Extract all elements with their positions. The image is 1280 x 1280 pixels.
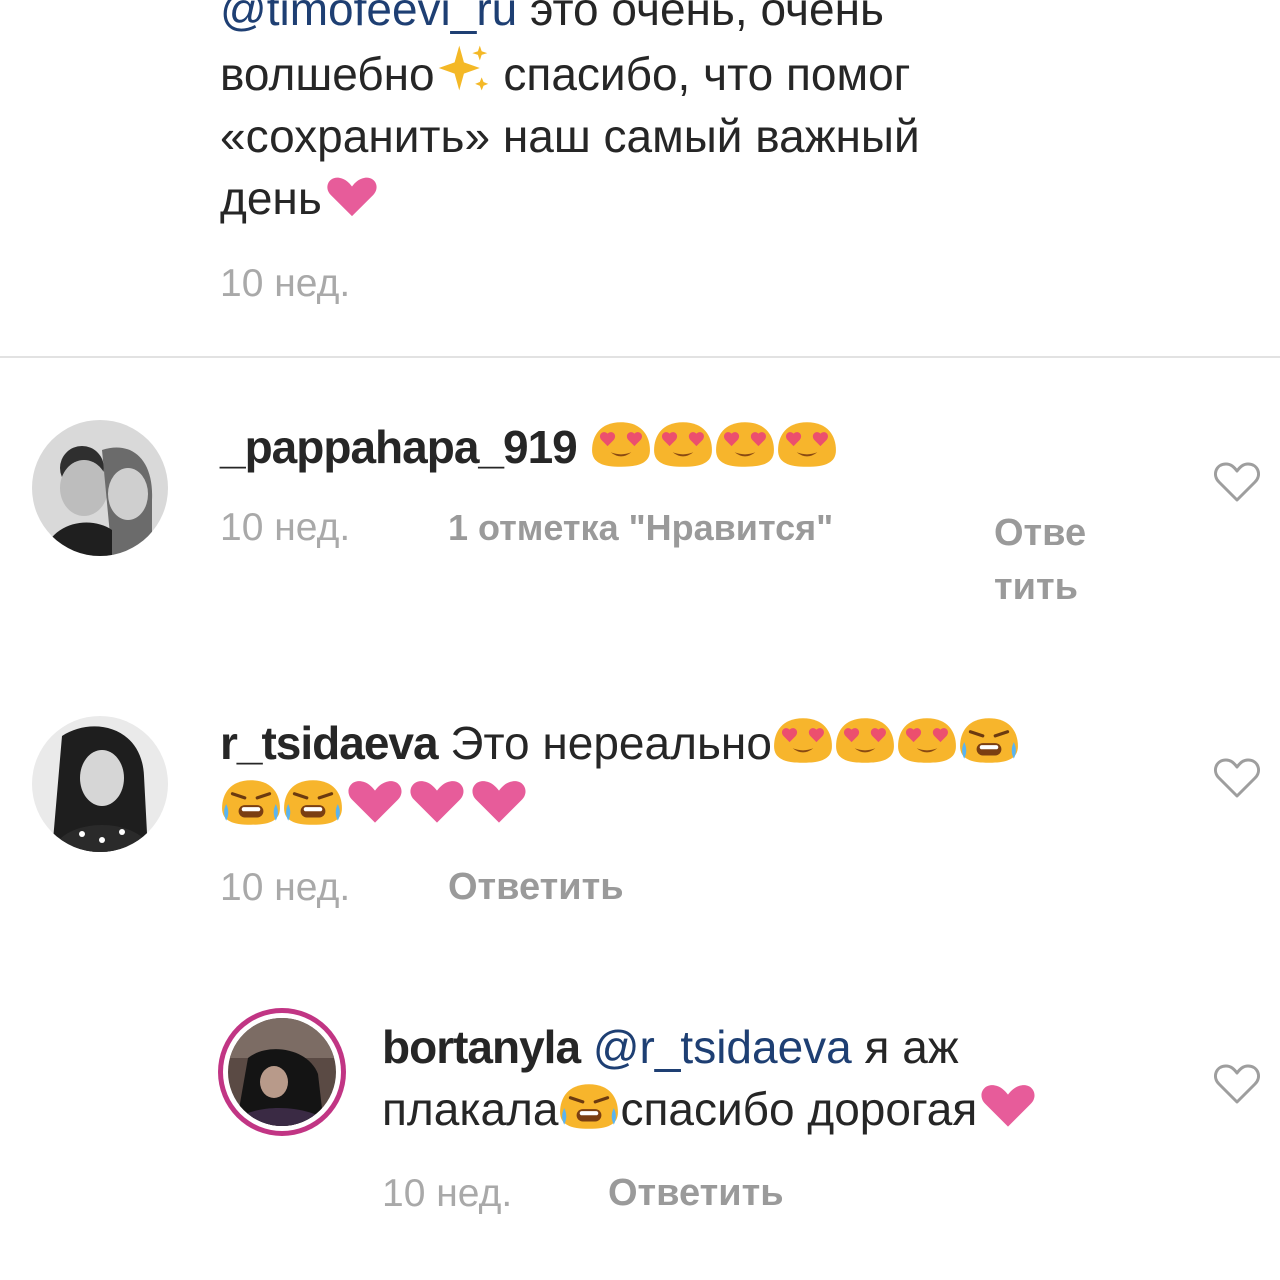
reply-button[interactable]: Ответить [608,1172,784,1215]
username[interactable]: _pappahapa_919 [220,421,578,473]
avatar-photo [32,420,168,556]
avatar[interactable] [32,420,168,556]
comment-time: 10 нед. [220,866,351,909]
comment-text: _pappahapa_919 [220,416,838,478]
comment-text: r_tsidaeva Это нереально [220,712,1140,836]
comment-time: 10 нед. [382,1172,513,1215]
pink-heart-emoji [406,777,468,827]
heart-eyes-emoji [652,419,714,469]
avatar[interactable] [32,716,168,852]
avatar-ring-gap [223,1013,341,1131]
top-comment-time: 10 нед. [220,262,351,305]
like-button[interactable] [1213,460,1261,509]
avatar-story-ring[interactable] [218,1008,346,1136]
comment-time: 10 нед. [220,506,351,549]
heart-eyes-emoji [776,419,838,469]
heart-outline-icon [1213,1062,1261,1106]
crying-face-emoji [558,1081,620,1131]
heart-eyes-emoji [772,715,834,765]
heart-eyes-emoji [896,715,958,765]
reply-button[interactable]: Ответить [448,866,624,909]
sparkles-emoji [435,40,491,96]
heart-eyes-emoji [714,419,776,469]
crying-face-emoji [220,777,282,827]
heart-eyes-emoji [590,419,652,469]
heart-outline-icon [1213,756,1261,800]
avatar-photo [32,716,168,852]
top-comment-text: @timofeevi_ru это очень, очень волшебно … [220,0,1200,229]
like-button[interactable] [1213,1062,1261,1111]
like-count[interactable]: 1 отметка "Нравится" [448,507,833,549]
pink-heart-emoji [322,174,382,220]
avatar-photo [228,1018,336,1126]
crying-face-emoji [282,777,344,827]
like-button[interactable] [1213,756,1261,805]
pink-heart-emoji [977,1081,1039,1131]
crying-face-emoji [958,715,1020,765]
pink-heart-emoji [468,777,530,827]
divider [0,356,1280,358]
heart-outline-icon [1213,460,1261,504]
username[interactable]: bortanyla [382,1021,581,1073]
mention-link[interactable]: @r_tsidaeva [580,1021,852,1073]
mention-link[interactable]: @timofeevi_ru [220,0,517,35]
heart-eyes-emoji [834,715,896,765]
reply-button[interactable]: Отве тить [994,506,1086,614]
comment-text: bortanyla @r_tsidaeva я аж плакала спасиб… [382,1016,1182,1140]
avatar [228,1018,336,1126]
username[interactable]: r_tsidaeva [220,717,439,769]
pink-heart-emoji [344,777,406,827]
